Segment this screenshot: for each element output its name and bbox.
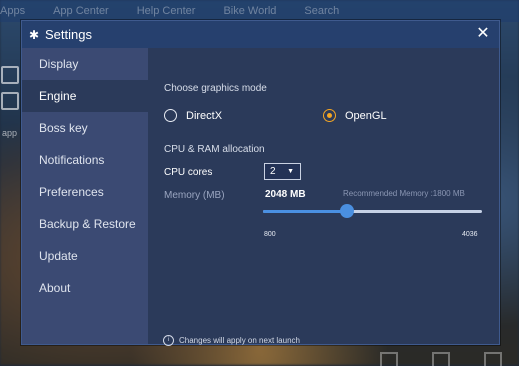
sidebar-item-about[interactable]: About [22,272,148,304]
background-bottom-icons [380,352,502,366]
memory-slider[interactable] [263,204,482,218]
recommended-memory: Recommended Memory :1800 MB [343,189,465,198]
bg-help-center-label: Help Center [136,5,196,17]
bg-apps-label: Apps [0,5,26,17]
sidebar-item-boss-key[interactable]: Boss key [22,112,148,144]
close-button[interactable]: ✕ [473,24,493,44]
sidebar-item-display[interactable]: Display [22,48,148,80]
bg-app-label: app [2,128,18,138]
bg-square-icon [380,352,398,366]
dialog-title: Settings [45,27,92,42]
sidebar-item-update[interactable]: Update [22,240,148,272]
directx-option[interactable]: DirectX [164,109,222,122]
memory-min-label: 800 [264,231,276,238]
background-left-icons [0,64,19,118]
bg-window-icon [1,92,19,110]
gear-icon: ✱ [29,27,40,42]
memory-slider-thumb[interactable] [340,204,355,218]
memory-max-label: 4036 [462,231,478,238]
engine-panel: Choose graphics mode DirectX OpenGL CPU … [148,48,499,346]
opengl-radio[interactable] [323,109,336,122]
sidebar-item-preferences[interactable]: Preferences [22,176,148,208]
bg-expand-icon [432,352,450,366]
close-icon: ✕ [476,25,490,42]
directx-label: DirectX [186,109,223,122]
dialog-titlebar: ✱ Settings ✕ [22,21,499,48]
info-icon: i [163,335,174,346]
sidebar-item-engine[interactable]: Engine [22,80,148,112]
restart-note: i Changes will apply on next launch [163,335,300,346]
sidebar-item-notifications[interactable]: Notifications [22,144,148,176]
settings-sidebar: Display Engine Boss key Notifications Pr… [22,48,148,344]
bg-trash-icon [484,352,502,366]
opengl-option[interactable]: OpenGL [323,109,387,122]
memory-slider-fill [263,210,348,213]
sidebar-item-backup-restore[interactable]: Backup & Restore [22,208,148,240]
restart-note-text: Changes will apply on next launch [179,336,300,345]
settings-dialog: ✱ Settings ✕ Display Engine Boss key Not… [21,20,500,346]
opengl-label: OpenGL [345,109,387,122]
graphics-mode-title: Choose graphics mode [164,83,267,94]
memory-value: 2048 MB [265,189,306,200]
bg-bike-world-label: Bike World [223,5,277,17]
directx-radio[interactable] [164,109,177,122]
cpu-ram-title: CPU & RAM allocation [164,144,265,155]
cpu-cores-select[interactable]: 2 ▼ [264,163,301,180]
cpu-cores-label: CPU cores [164,167,213,178]
cpu-cores-value: 2 [270,166,276,177]
bg-gear-icon [1,66,19,84]
background-top-bar: Apps App Center Help Center Bike World S… [0,0,519,22]
memory-label: Memory (MB) [164,190,225,201]
chevron-down-icon: ▼ [287,168,294,175]
bg-search-label: Search [304,5,340,17]
bg-app-center-label: App Center [53,5,109,17]
